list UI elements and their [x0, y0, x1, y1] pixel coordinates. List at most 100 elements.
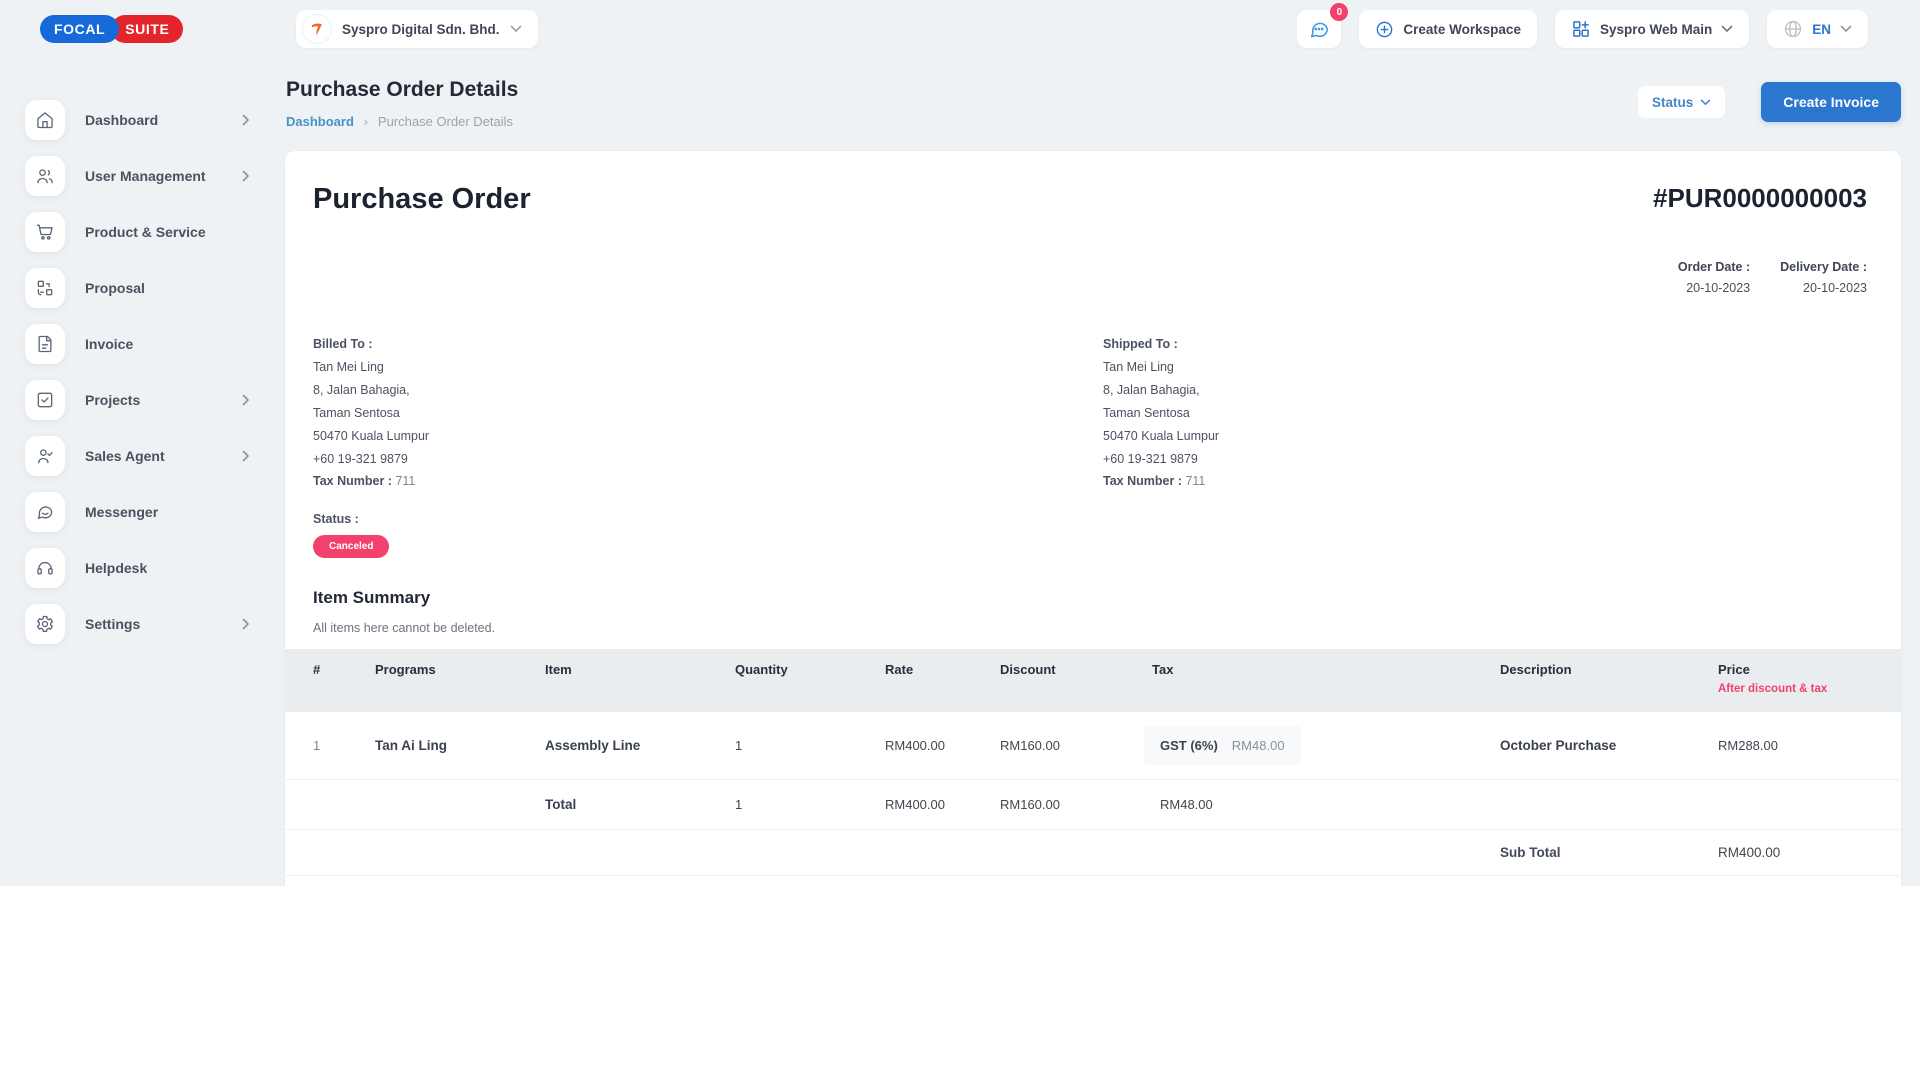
create-invoice-button[interactable]: Create Invoice — [1761, 82, 1901, 122]
shipped-to-line: 8, Jalan Bahagia, — [1103, 383, 1219, 397]
sidebar-item-settings[interactable]: Settings — [0, 596, 250, 652]
sidebar-item-label: Invoice — [85, 336, 133, 352]
globe-icon — [1783, 19, 1803, 39]
col-programs: Programs — [375, 662, 545, 677]
col-item: Item — [545, 662, 735, 677]
cell-rate: RM400.00 — [885, 738, 1000, 753]
chat-badge: 0 — [1330, 3, 1348, 21]
breadcrumb-dashboard-link[interactable]: Dashboard — [286, 114, 354, 129]
sidebar-item-label: Product & Service — [85, 224, 206, 240]
language-label: EN — [1812, 22, 1831, 37]
logo-suite: SUITE — [111, 15, 183, 43]
sidebar-item-label: Helpdesk — [85, 560, 147, 576]
order-date-label: Order Date : — [1678, 260, 1750, 274]
chevron-right-icon — [242, 394, 250, 406]
col-discount: Discount — [1000, 662, 1152, 677]
table-row: 1 Tan Ai Ling Assembly Line 1 RM400.00 R… — [285, 712, 1901, 780]
proposal-icon — [25, 268, 65, 308]
table-total-row: Total 1 RM400.00 RM160.00 RM48.00 — [285, 780, 1901, 830]
sidebar-item-helpdesk[interactable]: Helpdesk — [0, 540, 250, 596]
create-workspace-button[interactable]: Create Workspace — [1359, 10, 1537, 48]
po-number: #PUR0000000003 — [1653, 183, 1867, 214]
user-check-icon — [25, 436, 65, 476]
table-header-row: # Programs Item Quantity Rate Discount T… — [285, 649, 1901, 712]
breadcrumb-separator-icon: › — [364, 115, 368, 129]
shipped-to-line: 50470 Kuala Lumpur — [1103, 429, 1219, 443]
po-status-label: Status : — [313, 512, 1873, 526]
item-summary-note: All items here cannot be deleted. — [313, 621, 1873, 635]
total-rate: RM400.00 — [885, 797, 1000, 812]
company-logo-icon — [302, 14, 332, 44]
item-summary-header: Item Summary All items here cannot be de… — [285, 588, 1901, 635]
items-table: # Programs Item Quantity Rate Discount T… — [285, 649, 1901, 886]
shipped-to-tax: Tax Number : 711 — [1103, 474, 1219, 488]
col-description: Description — [1500, 662, 1718, 677]
sidebar-item-projects[interactable]: Projects — [0, 372, 250, 428]
sidebar-item-messenger[interactable]: Messenger — [0, 484, 250, 540]
purchase-order-card: Purchase Order #PUR0000000003 Order Date… — [285, 151, 1901, 886]
workspace-grid-icon — [1571, 19, 1591, 39]
col-price-label: Price — [1718, 662, 1873, 677]
sidebar-item-label: Dashboard — [85, 112, 158, 128]
topbar: FOCAL SUITE Syspro Digital Sdn. Bhd. 0 — [0, 0, 1920, 52]
shipped-to-line: Taman Sentosa — [1103, 406, 1219, 420]
billed-to-line: 8, Jalan Bahagia, — [313, 383, 1103, 397]
tax-amount: RM48.00 — [1232, 738, 1285, 753]
sidebar-item-invoice[interactable]: Invoice — [0, 316, 250, 372]
sidebar-item-user-management[interactable]: User Management — [0, 148, 250, 204]
chevron-down-icon — [510, 25, 522, 33]
chat-icon — [1308, 18, 1330, 40]
sidebar-item-label: Messenger — [85, 504, 158, 520]
order-date: Order Date : 20-10-2023 — [1678, 260, 1750, 295]
sidebar-item-proposal[interactable]: Proposal — [0, 260, 250, 316]
billed-to-line: Taman Sentosa — [313, 406, 1103, 420]
billed-to-block: Billed To : Tan Mei Ling 8, Jalan Bahagi… — [313, 337, 1103, 488]
shipped-to-label: Shipped To : — [1103, 337, 1219, 351]
order-date-value: 20-10-2023 — [1678, 281, 1750, 295]
cell-discount: RM160.00 — [1000, 738, 1152, 753]
app-stage: FOCAL SUITE Syspro Digital Sdn. Bhd. 0 — [0, 0, 1920, 886]
po-addresses: Billed To : Tan Mei Ling 8, Jalan Bahagi… — [285, 337, 1901, 488]
chevron-right-icon — [242, 170, 250, 182]
plus-circle-icon — [1375, 20, 1394, 39]
language-selector[interactable]: EN — [1767, 10, 1868, 48]
sidebar-item-sales-agent[interactable]: Sales Agent — [0, 428, 250, 484]
cell-description: October Purchase — [1500, 738, 1718, 753]
billed-to-phone: +60 19-321 9879 — [313, 452, 1103, 466]
cell-item: Assembly Line — [545, 738, 735, 753]
status-dropdown-button[interactable]: Status — [1638, 86, 1725, 118]
users-icon — [25, 156, 65, 196]
chevron-down-icon — [1721, 25, 1733, 33]
po-title-row: Purchase Order #PUR0000000003 — [285, 183, 1901, 216]
shipped-to-tax-value: 711 — [1185, 474, 1205, 488]
sidebar-item-label: Projects — [85, 392, 140, 408]
breadcrumb: Dashboard › Purchase Order Details — [286, 114, 518, 129]
cart-icon — [25, 212, 65, 252]
item-summary-title: Item Summary — [313, 588, 1873, 608]
page-header: Purchase Order Details Dashboard › Purch… — [285, 78, 1901, 129]
chevron-right-icon — [242, 618, 250, 630]
messages-button[interactable]: 0 — [1297, 10, 1341, 48]
messenger-chat-icon — [25, 492, 65, 532]
workspace-selector[interactable]: Syspro Web Main — [1555, 10, 1749, 48]
sidebar: Dashboard User Management Product & Serv… — [0, 92, 285, 652]
sidebar-item-product-service[interactable]: Product & Service — [0, 204, 250, 260]
col-quantity: Quantity — [735, 662, 885, 677]
billed-to-tax-label: Tax Number : — [313, 474, 392, 488]
cell-program: Tan Ai Ling — [375, 738, 545, 753]
billed-to-tax: Tax Number : 711 — [313, 474, 1103, 488]
sidebar-item-dashboard[interactable]: Dashboard — [0, 92, 250, 148]
tax-name: GST (6%) — [1160, 738, 1218, 753]
total-quantity: 1 — [735, 797, 885, 812]
col-price: Price After discount & tax — [1718, 662, 1873, 695]
logo-focal: FOCAL — [40, 15, 119, 43]
col-price-note: After discount & tax — [1718, 683, 1873, 695]
company-selector[interactable]: Syspro Digital Sdn. Bhd. — [296, 10, 538, 48]
po-title: Purchase Order — [313, 183, 531, 216]
total-label: Total — [545, 797, 735, 812]
workspace-label: Syspro Web Main — [1600, 22, 1712, 37]
col-tax: Tax — [1152, 662, 1500, 677]
page-title: Purchase Order Details — [286, 78, 518, 102]
billed-to-name: Tan Mei Ling — [313, 360, 1103, 374]
chevron-down-icon — [1840, 25, 1852, 33]
